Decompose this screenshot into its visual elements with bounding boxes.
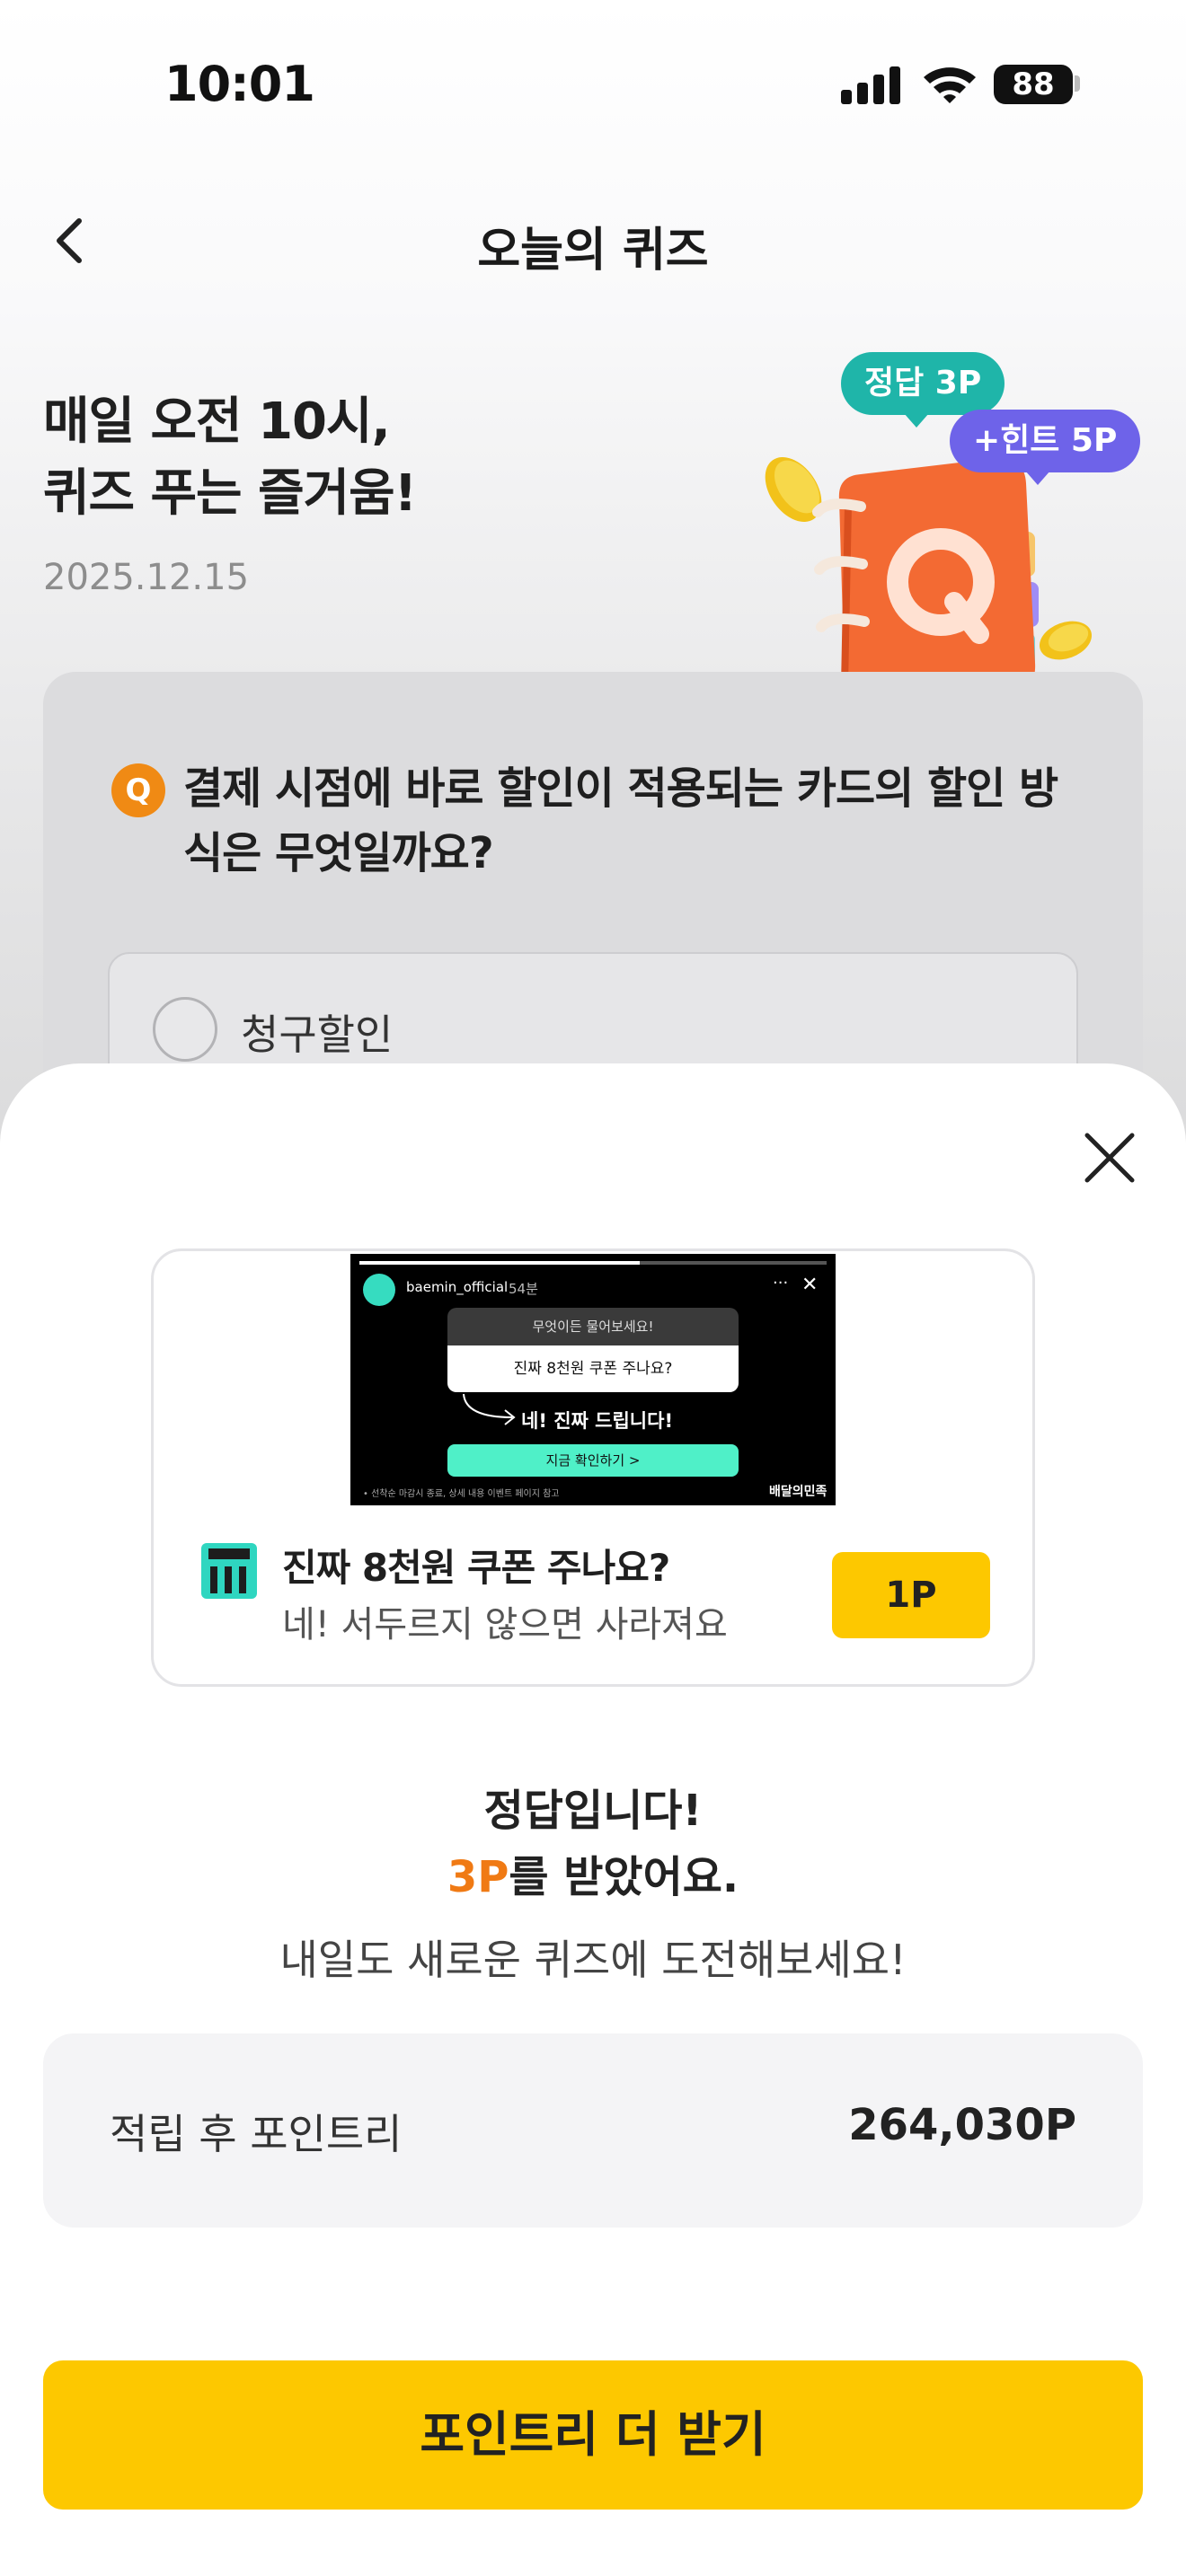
get-more-points-button[interactable]: 포인트리 더 받기 [43, 2360, 1143, 2510]
points-value: 264,030P [848, 2100, 1076, 2150]
ad-answer-text: 네! 진짜 드립니다! [521, 1410, 674, 1432]
answer-option-label: 청구할인 [241, 1010, 394, 1059]
ad-account-name: baemin_official [406, 1279, 509, 1295]
hero-title-line1: 매일 오전 10시, [43, 393, 391, 451]
question-text: 결제 시점에 바로 할인이 적용되는 카드의 할인 방식은 무엇일까요? [183, 763, 1058, 878]
result-title: 정답입니다! [483, 1786, 703, 1836]
battery-level: 88 [994, 65, 1073, 104]
result-reward: 3P를 받았어요. [0, 1841, 1186, 1904]
quiz-date: 2025.12.15 [43, 557, 250, 598]
result-message: 내일도 새로운 퀴즈에 도전해보세요! [279, 1936, 907, 1984]
answer-option-radio[interactable] [153, 997, 217, 1062]
story-close-icon: ✕ [801, 1274, 819, 1296]
story-progress-bar [359, 1261, 827, 1265]
points-label: 적립 후 포인트리 [110, 2110, 403, 2158]
brand-logo-icon [208, 1548, 250, 1593]
reward-text: 를 받았어요. [509, 1852, 739, 1902]
ad-question-header: 무엇이든 물어보세요! [447, 1308, 739, 1345]
close-icon [1084, 1133, 1135, 1183]
curved-arrow-icon [463, 1393, 516, 1425]
page-title: 오늘의 퀴즈 [477, 224, 709, 278]
reward-points: 3P [447, 1852, 509, 1902]
ad-brand-icon [201, 1543, 257, 1599]
hero-title-line2: 퀴즈 푸는 즐거움! [43, 464, 417, 523]
status-icons: 88 [839, 61, 1082, 106]
ad-brand-logo: 배달의민족 [769, 1485, 828, 1499]
status-time: 10:01 [164, 56, 315, 112]
ad-subtitle: 네! 서두르지 않으면 사라져요 [282, 1604, 728, 1645]
ad-cta-button: 지금 확인하기 > [447, 1444, 739, 1477]
ad-profile-avatar [363, 1274, 395, 1306]
signal-icon [841, 66, 900, 104]
close-button[interactable] [1078, 1126, 1141, 1189]
question-badge: Q [111, 763, 165, 817]
wifi-icon [924, 67, 976, 103]
ad-thumbnail[interactable]: baemin_official 54분 ··· ✕ 무엇이든 물어보세요! 진짜… [350, 1254, 836, 1505]
more-icon: ··· [773, 1274, 789, 1292]
ad-question-body: 진짜 8천원 쿠폰 주나요? [447, 1345, 739, 1392]
hint-points-badge: +힌트 5P [950, 410, 1141, 485]
ad-footnote: • 선착순 마감시 종료, 상세 내용 이벤트 페이지 참고 [363, 1489, 560, 1499]
answer-points-badge: 정답 3P [841, 352, 1005, 428]
ad-point-button[interactable]: 1P [832, 1552, 990, 1638]
ad-title: 진짜 8천원 쿠폰 주나요? [282, 1546, 670, 1590]
battery-tip [1075, 75, 1080, 92]
hero-title: 매일 오전 10시, 퀴즈 푸는 즐거움! [43, 386, 417, 530]
ad-post-time: 54분 [509, 1281, 538, 1297]
